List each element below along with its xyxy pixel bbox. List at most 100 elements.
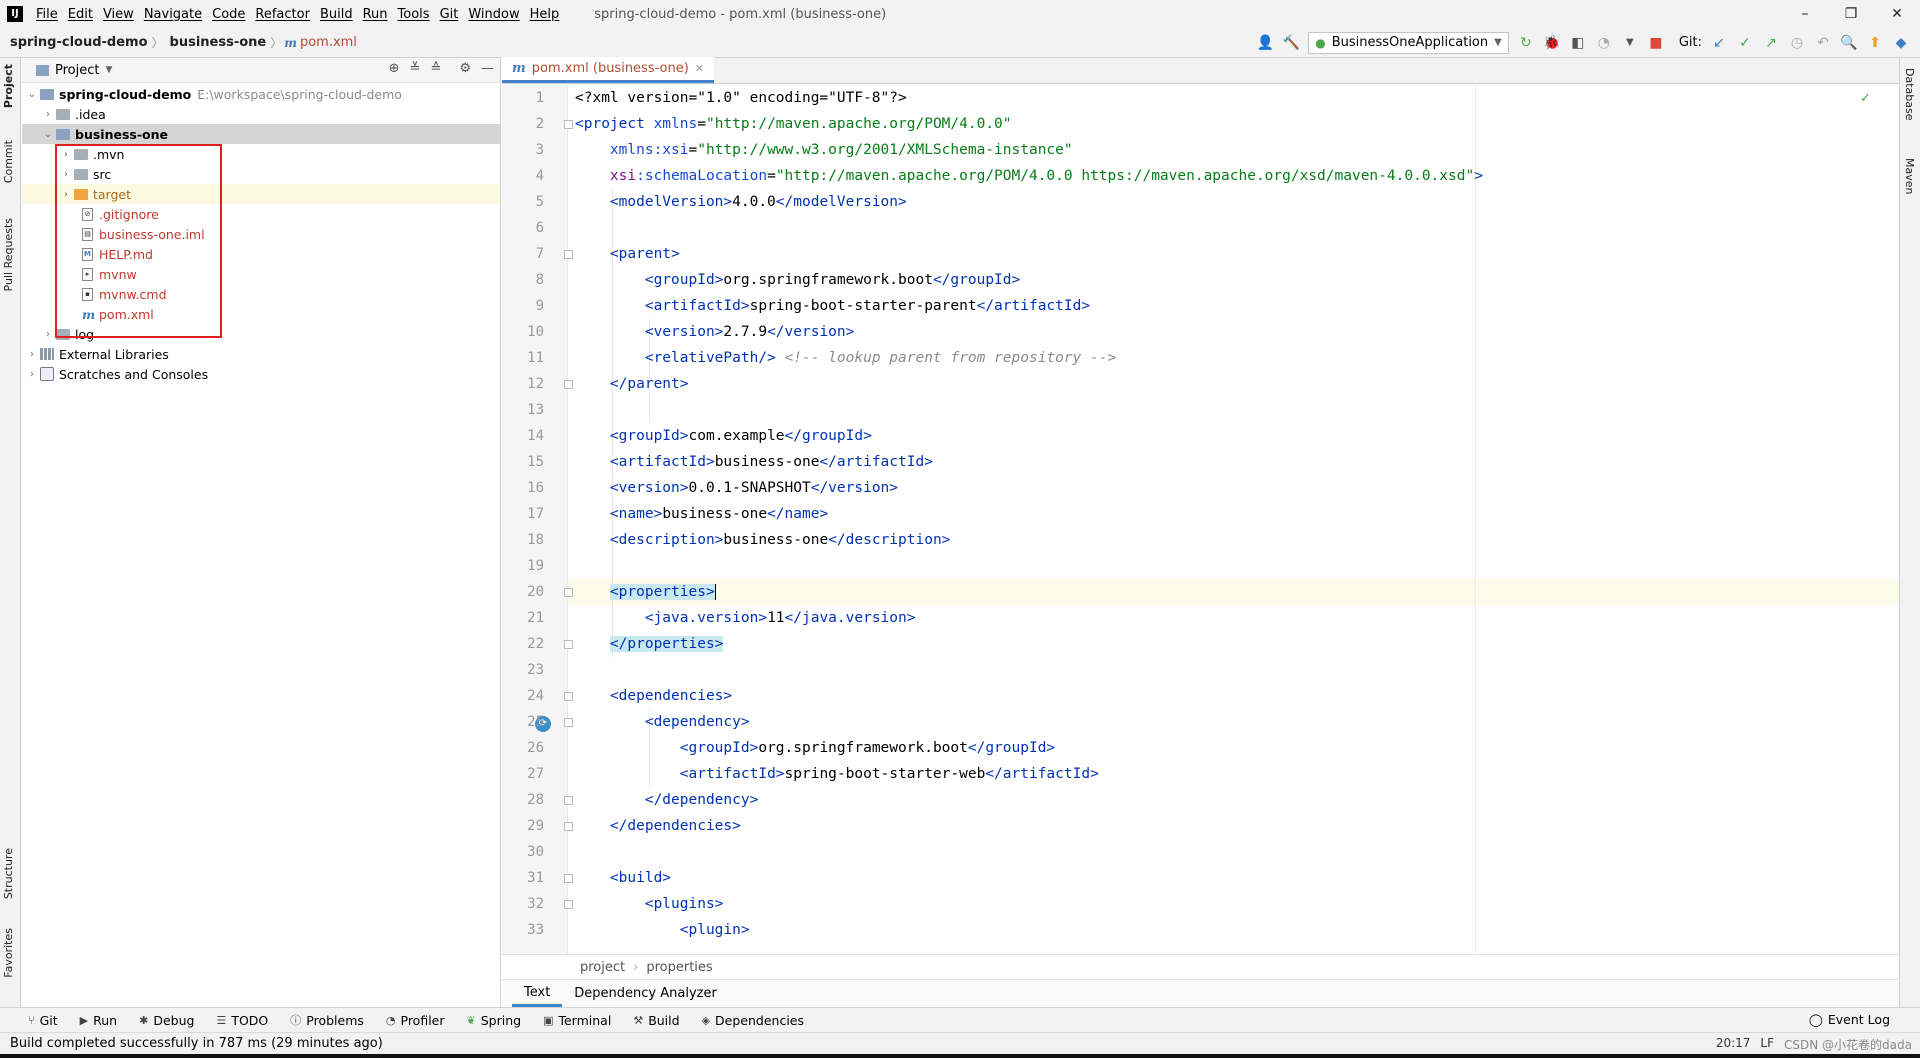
- stop-icon[interactable]: ■: [1647, 34, 1665, 52]
- git-commit-icon[interactable]: ✓: [1736, 34, 1754, 52]
- tree-item-scratches[interactable]: › Scratches and Consoles: [22, 364, 500, 384]
- menu-help[interactable]: Help: [525, 7, 565, 22]
- menu-build[interactable]: Build: [315, 7, 358, 22]
- toolwindow-git[interactable]: ⑂ Git: [28, 1013, 58, 1028]
- project-panel-title[interactable]: Project: [55, 63, 99, 78]
- cursor-position[interactable]: 20:17: [1716, 1036, 1751, 1053]
- code-editor[interactable]: ✓ ⟳ 1 2 3 4 5 6 7 8 9 10 11 12 13 14 15 …: [502, 85, 1899, 954]
- breadcrumb-item[interactable]: project: [580, 960, 625, 975]
- breadcrumb-item[interactable]: properties: [646, 960, 712, 975]
- tree-item-business-one[interactable]: ⌄ business-one: [22, 124, 500, 144]
- user-icon[interactable]: 👤: [1256, 34, 1274, 52]
- git-update-icon[interactable]: ↙: [1710, 34, 1728, 52]
- plugin-icon[interactable]: ◆: [1892, 34, 1910, 52]
- fold-marker-icon[interactable]: [564, 250, 573, 259]
- menu-window[interactable]: Window: [463, 7, 524, 22]
- tab-dependency-analyzer[interactable]: Dependency Analyzer: [562, 980, 729, 1007]
- more-run-chevron-icon[interactable]: ▼: [1621, 34, 1639, 52]
- menu-run[interactable]: Run: [358, 7, 393, 22]
- toolwindow-project[interactable]: Project: [2, 64, 15, 108]
- line-number: 3: [535, 142, 544, 158]
- inspection-ok-icon[interactable]: ✓: [1860, 91, 1871, 106]
- menu-git[interactable]: Git: [435, 7, 464, 22]
- tree-item-idea[interactable]: › .idea: [22, 104, 500, 124]
- settings-gear-icon[interactable]: ⚙: [459, 61, 471, 76]
- git-history-icon[interactable]: ◷: [1788, 34, 1806, 52]
- menu-refactor[interactable]: Refactor: [250, 7, 315, 22]
- toolwindow-event-log[interactable]: ◯ Event Log: [1809, 1012, 1890, 1027]
- toolwindow-debug[interactable]: ✱ Debug: [139, 1013, 194, 1028]
- main-toolbar: 👤 🔨 ● BusinessOneApplication ▼ ↻ 🐞 ◧ ◔ ▼…: [1256, 28, 1910, 57]
- menu-code[interactable]: Code: [207, 7, 250, 22]
- editor-tab-pom-xml[interactable]: m pom.xml (business-one) ✕: [502, 57, 715, 83]
- toolwindow-structure[interactable]: Structure: [2, 848, 15, 899]
- tree-item-root[interactable]: ⌄ spring-cloud-demo E:\workspace\spring-…: [22, 84, 500, 104]
- expand-all-icon[interactable]: ≚: [410, 61, 421, 76]
- tab-text[interactable]: Text: [512, 980, 563, 1007]
- close-window-button[interactable]: ✕: [1874, 0, 1920, 28]
- status-message[interactable]: Build completed successfully in 787 ms (…: [10, 1036, 383, 1051]
- code-line-17: <name>business-one</name>: [609, 506, 829, 522]
- toolwindow-spring[interactable]: ❦ Spring: [467, 1013, 522, 1028]
- close-icon[interactable]: ✕: [695, 62, 704, 75]
- fold-marker-icon[interactable]: [564, 822, 573, 831]
- fold-marker-icon[interactable]: [564, 380, 573, 389]
- xml-attr: xmlns: [653, 116, 698, 132]
- toolwindow-favorites[interactable]: Favorites: [2, 928, 15, 978]
- coverage-icon[interactable]: ◧: [1569, 34, 1587, 52]
- git-rollback-icon[interactable]: ↶: [1814, 34, 1832, 52]
- updates-icon[interactable]: ⬆: [1866, 34, 1884, 52]
- menu-edit[interactable]: Edit: [63, 7, 98, 22]
- fold-marker-icon[interactable]: [564, 640, 573, 649]
- toolwindow-label: Dependencies: [715, 1012, 805, 1028]
- fold-marker-icon[interactable]: [564, 874, 573, 883]
- view-mode-chevron-icon[interactable]: ▼: [105, 65, 112, 75]
- profile-icon[interactable]: ◔: [1595, 34, 1613, 52]
- menu-file[interactable]: File: [31, 7, 63, 22]
- fold-marker-icon[interactable]: [564, 718, 573, 727]
- toolwindow-commit[interactable]: Commit: [2, 140, 15, 183]
- locate-file-icon[interactable]: ⊕: [389, 61, 400, 76]
- toolwindow-run[interactable]: ▶ Run: [80, 1013, 117, 1028]
- tree-item-external-libraries[interactable]: › External Libraries: [22, 344, 500, 364]
- rerun-icon[interactable]: ↻: [1517, 34, 1535, 52]
- fold-marker-icon[interactable]: [564, 692, 573, 701]
- editor-area: m pom.xml (business-one) ✕ ✓ ⟳ 1 2 3 4 5…: [502, 57, 1899, 1007]
- line-separator[interactable]: LF: [1760, 1036, 1774, 1053]
- debug-icon[interactable]: 🐞: [1543, 34, 1561, 52]
- git-push-icon[interactable]: ↗: [1762, 34, 1780, 52]
- run-config-select[interactable]: ● BusinessOneApplication ▼: [1308, 31, 1509, 54]
- fold-marker-icon[interactable]: [564, 796, 573, 805]
- xml-value: "http://maven.apache.org/POM/4.0.0 https…: [775, 168, 1475, 184]
- minimize-button[interactable]: –: [1782, 0, 1828, 28]
- crumb-module[interactable]: business-one: [166, 35, 269, 50]
- code-line-24: <dependencies>: [609, 688, 733, 704]
- fold-marker-icon[interactable]: [564, 588, 573, 597]
- toolwindow-database[interactable]: Database: [1903, 68, 1916, 121]
- toolwindow-maven[interactable]: Maven: [1903, 158, 1916, 194]
- crumb-file[interactable]: pom.xml: [297, 35, 357, 50]
- menu-tools[interactable]: Tools: [393, 7, 435, 22]
- line-number: 16: [527, 480, 544, 496]
- collapse-all-icon[interactable]: ≙: [430, 61, 441, 76]
- os-taskbar: [0, 1054, 1920, 1058]
- menu-view[interactable]: View: [98, 7, 139, 22]
- hide-panel-icon[interactable]: —: [481, 61, 494, 76]
- menu-navigate[interactable]: Navigate: [139, 7, 207, 22]
- toolwindow-pull-requests[interactable]: Pull Requests: [2, 218, 15, 291]
- build-hammer-icon[interactable]: 🔨: [1282, 34, 1300, 52]
- code-line-14: <groupId>com.example</groupId>: [609, 428, 872, 444]
- line-number: 7: [535, 246, 544, 262]
- fold-marker-icon[interactable]: [564, 900, 573, 909]
- fold-marker-icon[interactable]: [564, 120, 573, 129]
- toolwindow-todo[interactable]: ☰ TODO: [216, 1013, 268, 1028]
- search-everywhere-icon[interactable]: 🔍: [1840, 34, 1858, 52]
- toolwindow-problems[interactable]: ⓘ Problems: [290, 1012, 364, 1028]
- restore-button[interactable]: ❐: [1828, 0, 1874, 28]
- toolwindow-terminal[interactable]: ▣ Terminal: [543, 1013, 611, 1028]
- toolwindow-profiler[interactable]: ◔ Profiler: [386, 1013, 445, 1028]
- crumb-project[interactable]: spring-cloud-demo: [0, 35, 150, 50]
- toolwindow-dependencies[interactable]: ◈ Dependencies: [702, 1013, 804, 1028]
- xml-declaration: <?xml version="1.0" encoding="UTF-8"?>: [575, 90, 907, 106]
- toolwindow-build[interactable]: ⚒ Build: [633, 1013, 679, 1028]
